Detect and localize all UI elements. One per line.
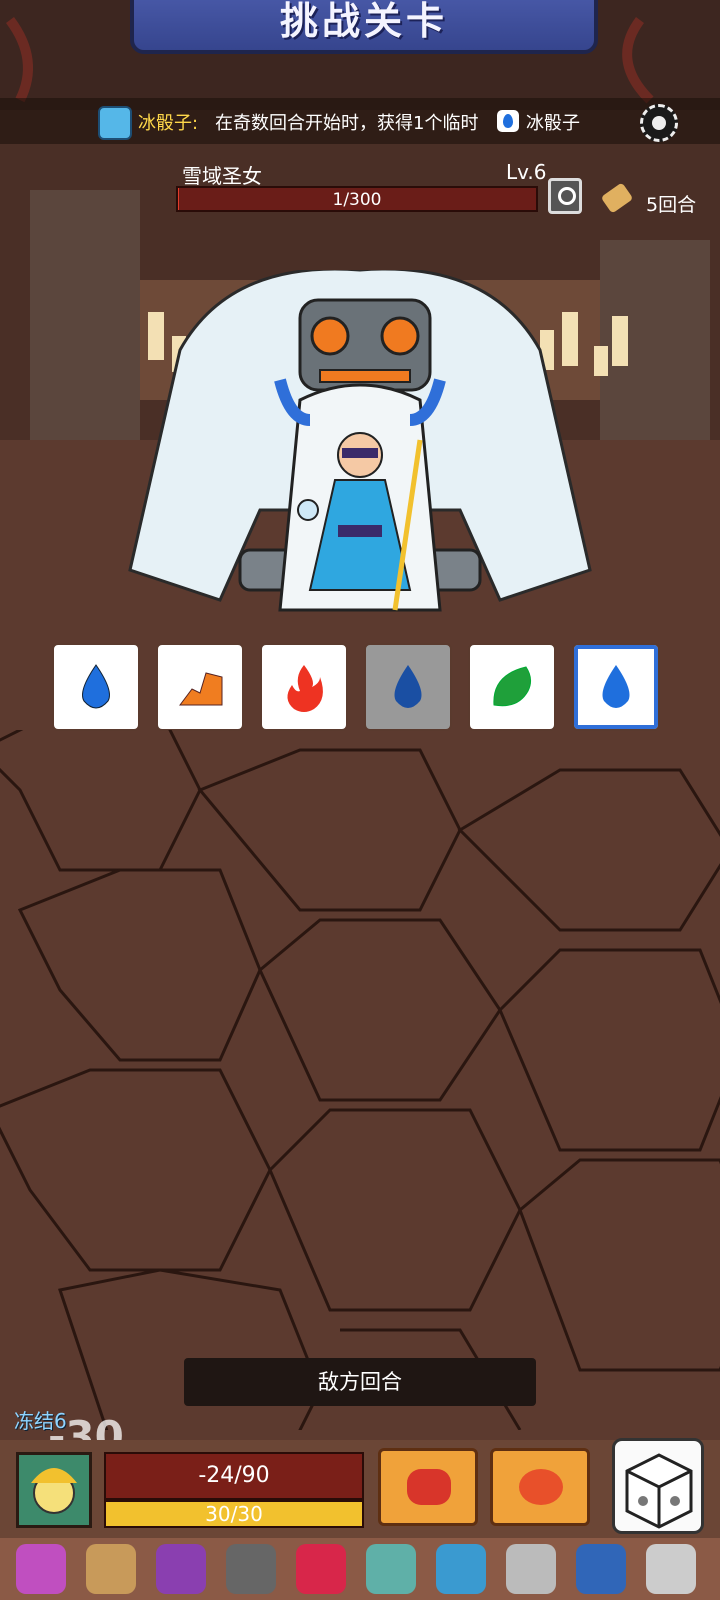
- flame-icon: [287, 665, 323, 712]
- rainbow-orb-icon[interactable]: [436, 1544, 486, 1594]
- hex-floor: [0, 730, 720, 1430]
- skill-button-fist[interactable]: [378, 1448, 478, 1526]
- skull-book-icon[interactable]: [156, 1544, 206, 1594]
- player-avatar[interactable]: [16, 1452, 92, 1528]
- player-hp-bar: -24/90: [104, 1452, 364, 1500]
- demon-mask-icon[interactable]: [576, 1544, 626, 1594]
- battle-scene: 挑战关卡 冰骰子: 在奇数回合开始时，获得1个临时 冰骰子 雪域圣女 Lv.6 …: [0, 0, 720, 1600]
- die-water[interactable]: [52, 643, 140, 731]
- totem-icon[interactable]: [16, 1544, 66, 1594]
- heroine-sprite: [274, 378, 446, 612]
- die-fire[interactable]: [260, 643, 348, 731]
- enemy-turn-banner: 敌方回合: [184, 1358, 536, 1406]
- inspect-magnifier-icon[interactable]: [548, 178, 582, 214]
- roll-dice-button[interactable]: [612, 1438, 704, 1534]
- hint-relic-name: 冰骰子:: [138, 113, 199, 134]
- turn-counter: 5回合: [646, 194, 697, 216]
- hint-description: 在奇数回合开始时，获得1个临时: [215, 113, 479, 134]
- die-earth[interactable]: [156, 643, 244, 731]
- skill-button-fire[interactable]: [490, 1448, 590, 1526]
- helmet-icon[interactable]: [226, 1544, 276, 1594]
- boss-name: 雪域圣女: [182, 164, 262, 188]
- ring-icon[interactable]: [646, 1544, 696, 1594]
- water-drop-icon: [82, 664, 110, 709]
- water-drop-icon: [602, 665, 630, 708]
- player-shield-bar: 30/30: [104, 1500, 364, 1528]
- rock-icon: [179, 672, 223, 706]
- boss-yeti-sprite[interactable]: [120, 270, 600, 620]
- dice-tray: [52, 643, 672, 735]
- water-drop-icon: [394, 665, 422, 708]
- ice-dice-icon: [98, 106, 132, 140]
- player-hp-text: -24/90: [198, 1463, 270, 1488]
- dice-icon: [625, 1453, 693, 1529]
- die-wind[interactable]: [468, 643, 556, 731]
- player-face-icon: [31, 1468, 77, 1514]
- ruby-amulet-icon[interactable]: [296, 1544, 346, 1594]
- spiked-fist-icon: [407, 1469, 451, 1505]
- die-water-used[interactable]: [364, 643, 452, 731]
- urn-icon[interactable]: [366, 1544, 416, 1594]
- feather-icon[interactable]: [506, 1544, 556, 1594]
- leaf-icon: [493, 666, 532, 707]
- hint-description-tail: 冰骰子: [526, 113, 580, 134]
- die-water-frozen[interactable]: [572, 643, 660, 731]
- stage-title: 挑战关卡: [279, 0, 448, 43]
- boss-level: Lv.6: [506, 160, 547, 184]
- water-drop-icon: [497, 110, 519, 132]
- boss-hp-text: 1/300: [332, 190, 382, 210]
- player-shield-text: 30/30: [205, 1502, 263, 1526]
- horn-icon[interactable]: [86, 1544, 136, 1594]
- boss-hp-bar: 1/300: [176, 186, 538, 212]
- stage-banner: 挑战关卡: [130, 0, 598, 54]
- fire-burst-icon: [519, 1469, 563, 1505]
- settings-gear-icon[interactable]: [640, 104, 678, 142]
